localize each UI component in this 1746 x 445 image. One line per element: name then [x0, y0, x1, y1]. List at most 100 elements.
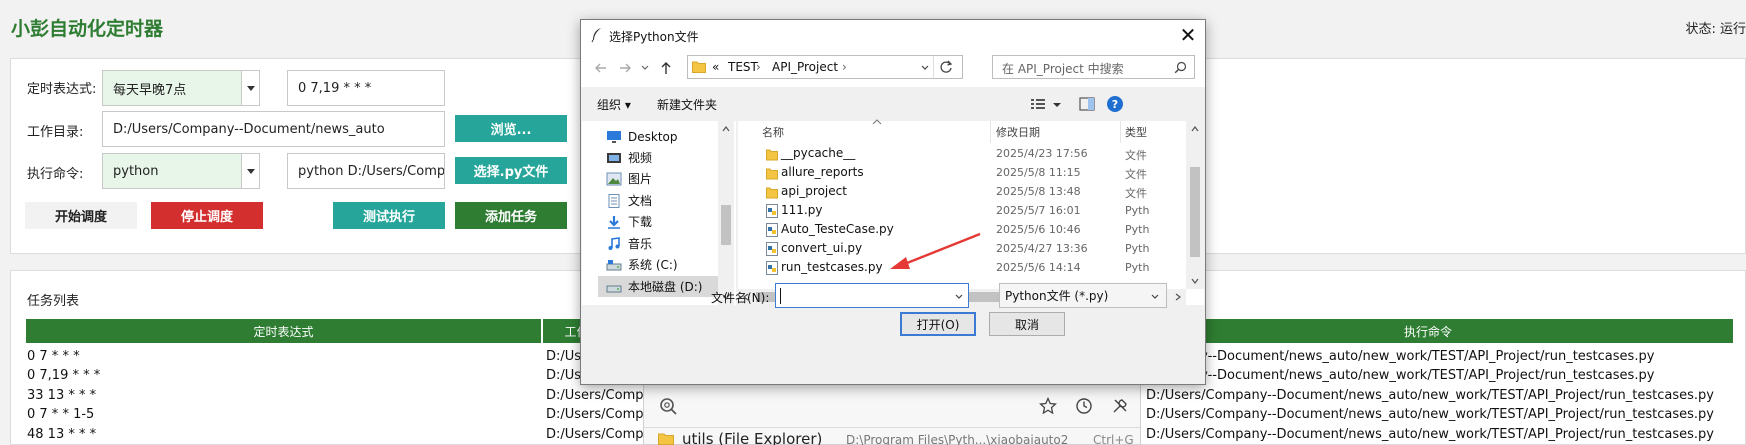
chevron-down-icon[interactable] — [954, 292, 964, 302]
stop-schedule-button[interactable]: 停止调度 — [151, 202, 263, 229]
file-row[interactable]: allure_reports 2025/5/8 11:15 文件 — [738, 163, 1186, 183]
preview-pane-icon[interactable] — [1079, 97, 1095, 111]
browse-button[interactable]: 浏览... — [455, 115, 567, 142]
column-header-type[interactable]: 类型 — [1125, 124, 1147, 140]
nav-item-documents[interactable]: 文档 — [606, 190, 652, 211]
test-run-button[interactable]: 测试执行 — [333, 202, 445, 229]
start-schedule-button[interactable]: 开始调度 — [25, 202, 137, 229]
scroll-up-icon[interactable] — [1191, 125, 1199, 133]
help-icon[interactable]: ? — [1106, 95, 1124, 113]
nav-item-label: 音乐 — [628, 237, 653, 251]
chevron-right-icon[interactable]: › — [842, 60, 847, 74]
add-task-button[interactable]: 添加任务 — [455, 202, 567, 229]
search-icon[interactable] — [658, 396, 678, 416]
file-row[interactable]: __pycache__ 2025/4/23 17:56 文件 — [738, 144, 1186, 164]
organize-menu[interactable]: 组织 ▾ — [597, 96, 631, 113]
breadcrumb-test[interactable]: TEST — [728, 60, 758, 74]
nav-scrollbar[interactable] — [718, 121, 734, 305]
cell-cron: 0 7 * * 1-5 — [27, 407, 95, 422]
nav-item-music[interactable]: 音乐 — [606, 233, 652, 254]
star-icon[interactable] — [1039, 397, 1057, 415]
history-icon[interactable] — [1075, 397, 1093, 415]
column-header-name[interactable]: 名称 — [762, 124, 784, 140]
folder-icon — [658, 433, 674, 445]
nav-item-drive-d[interactable]: 本地磁盘 (D:) — [598, 276, 718, 297]
scroll-down-icon[interactable] — [1191, 277, 1199, 285]
forward-arrow-icon[interactable] — [618, 61, 632, 75]
command-input[interactable]: python D:/Users/Compa — [287, 153, 445, 189]
search-icon[interactable] — [1174, 61, 1187, 74]
scroll-right-icon[interactable] — [1174, 293, 1182, 301]
nav-item-label: 图片 — [628, 172, 653, 186]
address-divider — [933, 56, 934, 78]
file-name: __pycache__ — [781, 146, 856, 160]
tools-icon[interactable] — [1111, 397, 1129, 415]
back-arrow-icon[interactable] — [594, 61, 608, 75]
drive-icon — [606, 259, 622, 270]
nav-item-downloads[interactable]: 下载 — [606, 211, 652, 232]
cron-label: 定时表达式: — [27, 82, 97, 97]
cron-expression-input[interactable]: 0 7,19 * * * — [287, 70, 445, 106]
popup-item-label[interactable]: utils (File Explorer) — [682, 430, 822, 445]
chevron-right-icon[interactable]: › — [756, 60, 761, 74]
cron-preset-combo[interactable]: 每天早晚7点 — [102, 70, 260, 106]
nav-item-pictures[interactable]: 图片 — [606, 168, 652, 189]
nav-item-video[interactable]: 视频 — [606, 147, 652, 168]
chevron-down-icon[interactable] — [241, 71, 259, 105]
scroll-thumb[interactable] — [721, 205, 731, 245]
chevron-down-icon[interactable] — [1052, 100, 1062, 110]
new-folder-button[interactable]: 新建文件夹 — [657, 96, 717, 113]
file-vertical-scrollbar[interactable] — [1186, 121, 1204, 289]
column-header-cron[interactable]: 定时表达式 — [26, 319, 542, 343]
search-placeholder: 在 API_Project 中搜索 — [1002, 62, 1124, 76]
file-row[interactable]: 111.py 2025/5/7 16:01 Pyth — [738, 201, 1186, 221]
breadcrumb-api-project[interactable]: API_Project — [772, 60, 838, 74]
music-icon — [608, 236, 620, 250]
column-divider[interactable] — [990, 121, 991, 143]
select-py-button[interactable]: 选择.py文件 — [455, 157, 567, 184]
address-bar[interactable]: « TEST › API_Project › — [687, 55, 963, 79]
file-type-filter[interactable]: Python文件 (*.py) — [999, 283, 1167, 308]
breadcrumb-overflow[interactable]: « — [712, 60, 719, 74]
filename-input[interactable] — [775, 283, 969, 308]
nav-item-desktop[interactable]: Desktop — [606, 126, 678, 147]
chevron-down-icon[interactable] — [1150, 292, 1160, 302]
nav-item-label: 下载 — [628, 215, 653, 229]
desktop-icon — [607, 130, 621, 143]
cell-command: Company--Document/news_auto/new_work/TES… — [1146, 349, 1655, 364]
document-icon — [608, 193, 620, 208]
history-dropdown-icon[interactable] — [640, 63, 650, 73]
open-button[interactable]: 打开(O) — [900, 312, 976, 336]
view-options-icon[interactable] — [1030, 97, 1046, 111]
refresh-icon[interactable] — [939, 60, 953, 74]
folder-icon — [766, 187, 778, 199]
up-arrow-icon[interactable] — [659, 61, 673, 75]
python-file-icon — [766, 223, 778, 237]
file-list-pane: 名称 修改日期 类型 __pycache__ 2025/4/23 17:56 文… — [738, 119, 1204, 305]
close-icon[interactable]: ✕ — [1171, 20, 1205, 50]
command-preset-value: python — [113, 163, 159, 179]
column-header-command[interactable]: 执行命令 — [1123, 319, 1733, 343]
command-preset-combo[interactable]: python — [102, 153, 260, 189]
column-header-date[interactable]: 修改日期 — [996, 124, 1040, 140]
cron-preset-value: 每天早晚7点 — [113, 82, 187, 98]
scroll-up-icon[interactable] — [722, 125, 730, 133]
folder-icon — [766, 168, 778, 180]
cancel-button[interactable]: 取消 — [989, 312, 1065, 336]
file-date: 2025/5/6 14:14 — [996, 261, 1081, 274]
folder-icon — [766, 149, 778, 161]
cell-cron: 0 7 * * * — [27, 349, 80, 364]
nav-item-drive-c[interactable]: 系统 (C:) — [606, 254, 678, 275]
chevron-down-icon[interactable] — [920, 63, 930, 73]
chevron-down-icon[interactable] — [241, 154, 259, 188]
column-divider[interactable] — [1120, 121, 1121, 143]
command-label: 执行命令: — [27, 167, 84, 182]
file-name: convert_ui.py — [781, 241, 863, 255]
scroll-thumb[interactable] — [1190, 167, 1200, 257]
workdir-input[interactable]: D:/Users/Company--Document/news_auto — [102, 111, 445, 147]
file-name: run_testcases.py — [781, 260, 883, 274]
search-input[interactable]: 在 API_Project 中搜索 — [992, 55, 1195, 79]
file-row[interactable]: api_project 2025/5/8 13:48 文件 — [738, 182, 1186, 202]
popup-item-path: D:\Program Files\Pyth...\xiaobaiauto2 — [846, 433, 1069, 445]
dialog-title: 选择Python文件 — [609, 30, 699, 44]
